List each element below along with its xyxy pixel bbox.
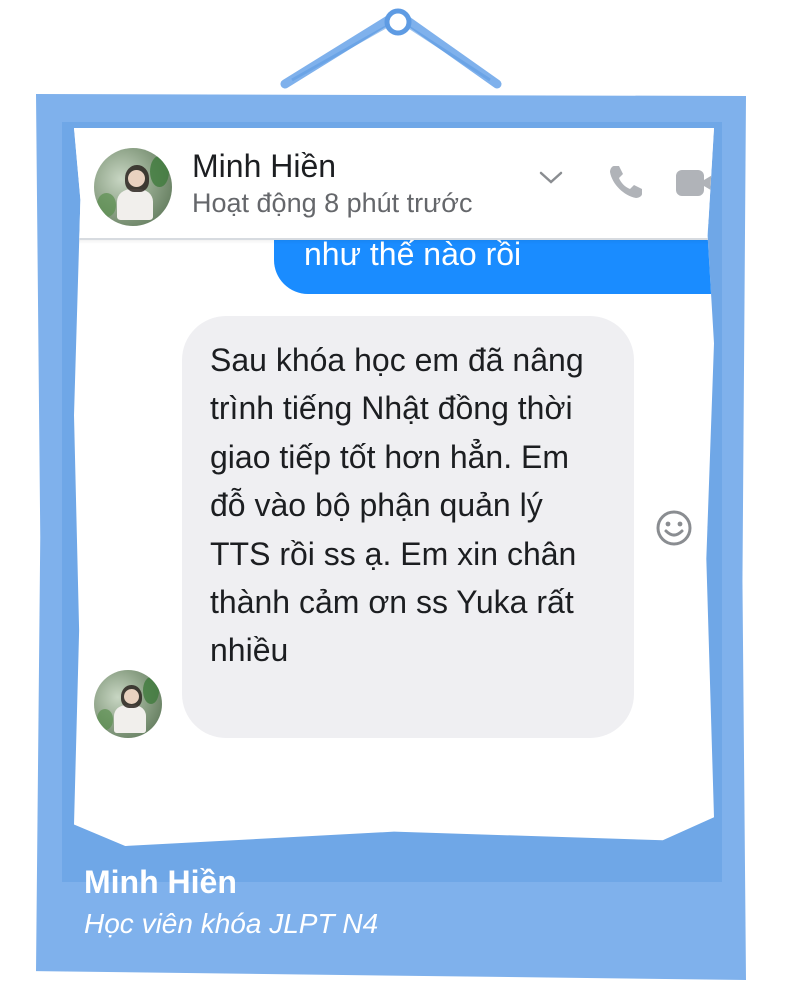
active-status: Hoạt động 8 phút trước (192, 188, 473, 218)
chevron-down-icon[interactable] (538, 170, 564, 186)
contact-avatar[interactable] (94, 148, 172, 226)
received-message-bubble[interactable]: Sau khóa học em đã nâng trình tiếng Nhật… (182, 316, 634, 738)
sent-message-text: như thế nào rồi (304, 236, 522, 272)
phone-icon[interactable] (604, 160, 648, 204)
caption-name: Minh Hiền (84, 864, 237, 900)
received-message-text: Sau khóa học em đã nâng trình tiếng Nhật… (210, 342, 584, 669)
react-emoji-icon[interactable] (654, 508, 694, 548)
messenger-screenshot: Minh Hiền Hoạt động 8 phút trước như thế… (74, 128, 714, 846)
contact-name[interactable]: Minh Hiền (192, 148, 336, 185)
chat-header: Minh Hiền Hoạt động 8 phút trước (74, 128, 714, 240)
caption-role: Học viên khóa JLPT N4 (84, 908, 379, 939)
video-camera-icon[interactable] (674, 166, 714, 200)
sender-avatar[interactable] (94, 670, 162, 738)
